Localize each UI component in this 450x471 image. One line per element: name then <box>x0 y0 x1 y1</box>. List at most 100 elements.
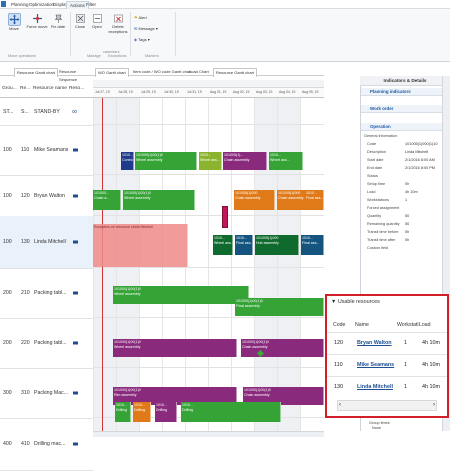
resource-row[interactable]: 100 120 Bryan Walton <box>0 175 93 217</box>
operation-bar[interactable]: 1010... Control <box>121 152 134 170</box>
fix-date-button[interactable]: Fix date <box>49 13 67 29</box>
operation-bar[interactable]: 1010... Wheel ass... <box>199 152 222 170</box>
operation-bar[interactable]: 101000... Chain a... <box>93 190 121 210</box>
operation-bar[interactable]: 1010... Drilling <box>133 402 151 422</box>
property-value[interactable]: 0h <box>405 230 409 234</box>
ur-horizontal-scrollbar[interactable]: ‹ › <box>337 400 437 411</box>
message-label: Message <box>138 26 155 31</box>
ur-header-workstations[interactable]: Workstati <box>397 322 419 328</box>
gantt-horizontal-scrollbar[interactable] <box>93 431 324 437</box>
panel-section-1[interactable]: Work order <box>361 105 450 113</box>
ur-cell-name[interactable]: Linda Mitchell <box>357 384 393 390</box>
ribbon-separator <box>175 12 176 56</box>
operation-bar[interactable]: 1010... Wheel ass... <box>269 152 303 170</box>
tags-button[interactable]: ◈ Tags ▾ <box>134 37 150 42</box>
alert-button[interactable]: ⚑ Alert <box>134 15 147 20</box>
operation-bar[interactable]: 101000(1)00(1)0 Chain assembly <box>241 339 324 357</box>
selected-operation-marker[interactable] <box>222 206 228 228</box>
operation-bar[interactable]: 1010... Drilling <box>115 402 131 422</box>
operation-bar[interactable]: 1010... Final ass... <box>301 235 324 255</box>
tab-item-wo-gantt[interactable]: Item code / WO code Gantt chart <box>131 68 193 76</box>
close-button[interactable]: Close <box>73 13 87 29</box>
usable-resource-row[interactable]: 120 Bryan Walton 1 4h 10m <box>327 332 447 354</box>
tab-resource-sequence[interactable]: Resource Sequence <box>57 68 93 82</box>
operation-bar[interactable]: 101005(1)000 Chain assembly <box>234 190 275 210</box>
exception-bar[interactable]: Exception on resource Linda Mitchell <box>93 224 188 267</box>
operation-bar[interactable]: 1010... Drilling <box>181 402 281 422</box>
resource-row[interactable]: 300 310 Packing Mac... <box>0 368 93 419</box>
cell-group: 400 <box>3 441 12 447</box>
operation-bar[interactable]: 1010... Wheel ass... <box>213 235 233 255</box>
scroll-left-icon[interactable]: ‹ <box>339 401 341 409</box>
operation-bar[interactable]: 101005(1)... Chain assembly <box>223 152 267 170</box>
resource-row[interactable]: 100 130 Linda Mitchell <box>0 216 93 269</box>
ur-cell-name[interactable]: Mike Seamans <box>357 362 394 368</box>
resource-row[interactable]: 200 210 Packing tabl... <box>0 268 93 319</box>
force-move-button[interactable]: Force move <box>26 13 48 29</box>
property-value[interactable]: 50 <box>405 222 409 226</box>
operation-bar[interactable]: 101005(1)00(1)0 Wheel assembly <box>123 190 195 210</box>
resource-type-icon <box>73 341 78 345</box>
usable-resource-row[interactable]: 110 Mike Seamans 1 4h 10m <box>327 354 447 376</box>
app-menu-icon[interactable] <box>1 1 6 7</box>
tab-filter[interactable]: Filter <box>83 1 99 8</box>
operation-bar[interactable]: 101000(1)00(1)0 Wheel assembly <box>113 339 237 357</box>
general-information-header[interactable]: General information <box>364 134 397 138</box>
open-button[interactable]: Open <box>90 13 104 29</box>
column-header-group[interactable]: Grou... <box>2 86 17 91</box>
cell-name: Bryan Walton <box>34 192 65 199</box>
ur-cell-name[interactable]: Bryan Walton <box>357 340 392 346</box>
property-value[interactable]: 1 <box>405 198 407 202</box>
usable-resource-row[interactable]: 130 Linda Mitchell 1 4h 10m <box>327 376 447 398</box>
ur-header-name[interactable]: Name <box>355 322 369 328</box>
operation-bar[interactable]: 101000(1)00(1)0 Final assembly <box>235 298 324 316</box>
operation-bar[interactable]: 1010... Final ass... <box>235 235 253 255</box>
property-value[interactable]: 2/1/2016 8:00 PM <box>405 166 435 170</box>
resource-row[interactable]: 400 410 Drilling mac... <box>0 418 93 471</box>
property-value[interactable]: 2/1/2016 8:00 AM <box>405 158 435 162</box>
resource-row[interactable]: 200 220 Packing tabl... <box>0 318 93 369</box>
property-value[interactable]: 0h <box>405 238 409 242</box>
column-header-resource-type[interactable]: Reso... <box>69 86 84 91</box>
move-label: Move <box>9 26 19 31</box>
gantt-view-tabs: WO Gantt chart Item code / WO code Gantt… <box>93 67 324 77</box>
message-button[interactable]: ✉ Message ▾ <box>134 26 158 31</box>
resource-row[interactable]: ST... S... STAND-BY ∞ <box>0 98 93 126</box>
operation-bar[interactable]: 101005(1)000 Hub assembly <box>255 235 299 255</box>
column-header-resource-name[interactable]: Resource name <box>33 86 67 91</box>
ur-header-code[interactable]: Code <box>333 322 345 328</box>
move-button[interactable]: Move <box>4 13 24 31</box>
property-value[interactable]: 4h 10m <box>405 190 418 194</box>
tab-load-chart[interactable]: Load Chart <box>187 68 211 76</box>
property-value[interactable]: Linda Mitchell <box>405 150 428 154</box>
property-value[interactable]: 101005(1)000(1)10 <box>405 142 438 146</box>
operation-bar[interactable]: 101000(1)00(1)0 Wheel assembly <box>113 286 249 304</box>
panel-section-2[interactable]: Operation <box>361 123 450 131</box>
ur-cell-code: 110 <box>334 362 343 368</box>
row-divider <box>93 124 324 125</box>
property-label: End date <box>367 166 383 170</box>
force-move-icon <box>32 13 43 24</box>
column-header-resource[interactable]: Re... <box>20 86 30 91</box>
operation-bar[interactable]: 1010... Drilling <box>155 402 177 422</box>
ur-header-load[interactable]: Load <box>419 322 431 328</box>
operation-bar[interactable]: 1010... Final ass... <box>305 190 324 210</box>
collapse-icon[interactable]: ▼ <box>331 299 336 305</box>
tab-resource-gantt[interactable]: Resource Gantt chart <box>14 68 59 77</box>
delete-exceptions-button[interactable]: Delete exceptions <box>108 13 128 34</box>
usable-resources-title[interactable]: ▼ Usable resources <box>331 299 380 305</box>
tab-wo-gantt[interactable]: WO Gantt chart <box>95 68 129 77</box>
panel-section-0[interactable]: Planning indicators <box>361 88 450 96</box>
property-value[interactable]: 50 <box>405 214 409 218</box>
day-column <box>277 98 300 431</box>
bar-operation-label: Chain assembly <box>242 344 268 349</box>
tab-resource-gantt-chart[interactable]: Resource Gantt chart <box>213 68 258 77</box>
gantt-chart-area[interactable]: 1010... Control 101005(1)00(1)0 Wheel assem… <box>93 98 324 431</box>
operation-bar[interactable]: 101005(1)00(1)0 Wheel assembly <box>135 152 197 170</box>
property-value[interactable]: 0h <box>405 182 409 186</box>
date-tick-label: Jul 27, 19 <box>95 90 110 94</box>
row-divider <box>93 367 324 368</box>
scroll-right-icon[interactable]: › <box>433 401 435 409</box>
ribbon-tabs: Planning Optimization Display Actions Fi… <box>0 0 450 9</box>
resource-row[interactable]: 100 110 Mike Seamans <box>0 125 93 176</box>
